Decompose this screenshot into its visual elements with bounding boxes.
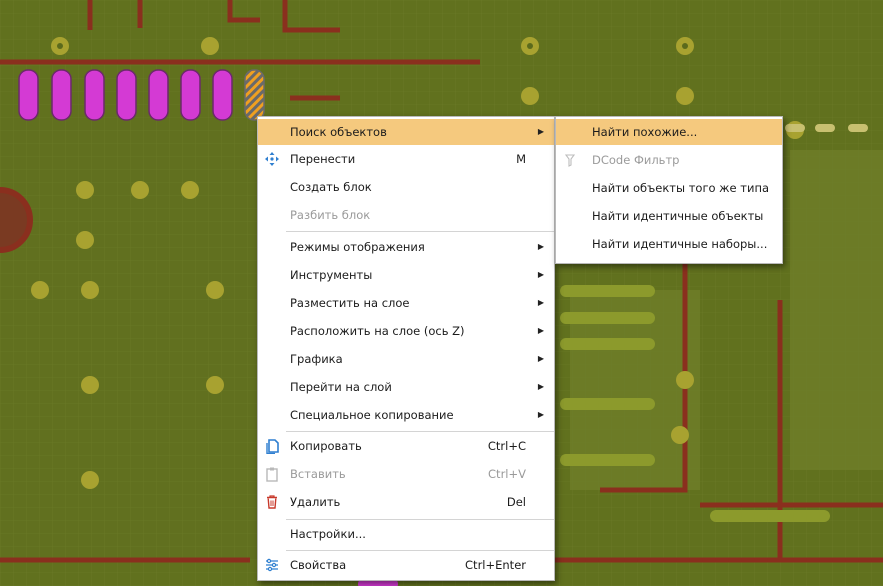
- menu-item-label: Свойства: [290, 558, 347, 572]
- submenu-item-label: Найти похожие...: [592, 125, 698, 139]
- menu-item-label: Разместить на слое: [290, 296, 410, 310]
- menu-separator: [286, 231, 554, 232]
- menu-item-label: Настройки...: [290, 527, 366, 541]
- menu-item-settings[interactable]: Настройки...: [258, 521, 554, 547]
- menu-item-create-block[interactable]: Создать блок: [258, 174, 554, 200]
- submenu-item-dcode-filter[interactable]: DCode Фильтр: [556, 147, 782, 173]
- menu-item-break-block[interactable]: Разбить блок: [258, 202, 554, 228]
- submenu-arrow-icon: ▶: [537, 354, 544, 363]
- menu-item-move[interactable]: Перенести M: [258, 146, 554, 172]
- menu-separator: [286, 519, 554, 520]
- menu-item-display-modes[interactable]: Режимы отображения ▶: [258, 234, 554, 260]
- menu-item-label: Перейти на слой: [290, 380, 392, 394]
- submenu-arrow-icon: ▶: [537, 298, 544, 307]
- submenu-item-label: Найти идентичные объекты: [592, 209, 764, 223]
- context-menu: Поиск объектов ▶ Перенести M Создать бло…: [257, 116, 555, 581]
- selected-pad[interactable]: [244, 69, 265, 121]
- menu-separator: [286, 431, 554, 432]
- copy-icon: [258, 433, 286, 459]
- menu-item-copy[interactable]: Копировать Ctrl+C: [258, 433, 554, 459]
- submenu-arrow-icon: ▶: [537, 382, 544, 391]
- menu-item-label: Разбить блок: [290, 208, 371, 222]
- submenu-item-label: DCode Фильтр: [592, 153, 680, 167]
- menu-separator: [286, 550, 554, 551]
- menu-item-label: Расположить на слое (ось Z): [290, 324, 465, 338]
- menu-item-shortcut: Del: [506, 495, 526, 509]
- submenu-item-find-identical-sets[interactable]: Найти идентичные наборы...: [556, 231, 782, 257]
- paste-icon: [258, 461, 286, 487]
- menu-item-find-objects[interactable]: Поиск объектов ▶: [258, 119, 554, 145]
- submenu-arrow-icon: ▶: [537, 127, 544, 136]
- submenu-arrow-icon: ▶: [537, 410, 544, 419]
- properties-icon: [258, 552, 286, 578]
- pads-row-right: [785, 124, 868, 132]
- submenu-item-label: Найти идентичные наборы...: [592, 237, 768, 251]
- menu-item-label: Режимы отображения: [290, 240, 425, 254]
- menu-item-shortcut: M: [516, 152, 526, 166]
- menu-item-label: Поиск объектов: [290, 125, 387, 139]
- menu-item-label: Удалить: [290, 495, 341, 509]
- menu-item-label: Графика: [290, 352, 343, 366]
- menu-item-properties[interactable]: Свойства Ctrl+Enter: [258, 552, 554, 578]
- menu-item-label: Специальное копирование: [290, 408, 454, 422]
- submenu-arrow-icon: ▶: [537, 270, 544, 279]
- menu-item-special-copy[interactable]: Специальное копирование ▶: [258, 402, 554, 428]
- delete-icon: [258, 489, 286, 515]
- menu-item-shortcut: Ctrl+C: [487, 439, 526, 453]
- menu-item-arrange-z[interactable]: Расположить на слое (ось Z) ▶: [258, 318, 554, 344]
- menu-item-graphics[interactable]: Графика ▶: [258, 346, 554, 372]
- move-icon: [258, 146, 286, 172]
- menu-item-delete[interactable]: Удалить Del: [258, 489, 554, 515]
- menu-item-tools[interactable]: Инструменты ▶: [258, 262, 554, 288]
- find-objects-submenu: Найти похожие... DCode Фильтр Найти объе…: [555, 116, 783, 264]
- submenu-arrow-icon: ▶: [537, 326, 544, 335]
- menu-item-label: Инструменты: [290, 268, 373, 282]
- menu-item-shortcut: Ctrl+V: [488, 467, 526, 481]
- submenu-item-find-similar[interactable]: Найти похожие...: [556, 119, 782, 145]
- submenu-item-label: Найти объекты того же типа: [592, 181, 770, 195]
- menu-item-go-to-layer[interactable]: Перейти на слой ▶: [258, 374, 554, 400]
- menu-item-shortcut: Ctrl+Enter: [465, 558, 526, 572]
- menu-item-label: Вставить: [290, 467, 346, 481]
- submenu-arrow-icon: ▶: [537, 242, 544, 251]
- menu-item-label: Копировать: [290, 439, 362, 453]
- filter-icon: [556, 147, 584, 173]
- menu-item-paste[interactable]: Вставить Ctrl+V: [258, 461, 554, 487]
- submenu-item-find-identical-objects[interactable]: Найти идентичные объекты: [556, 203, 782, 229]
- menu-item-label: Создать блок: [290, 180, 372, 194]
- menu-item-label: Перенести: [290, 152, 356, 166]
- submenu-item-find-same-type[interactable]: Найти объекты того же типа: [556, 175, 782, 201]
- menu-item-place-on-layer[interactable]: Разместить на слое ▶: [258, 290, 554, 316]
